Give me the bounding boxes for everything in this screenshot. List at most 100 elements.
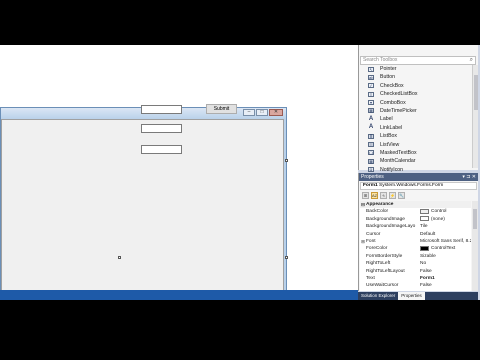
- property-value[interactable]: False: [419, 268, 471, 275]
- property-value-text: False: [420, 268, 432, 274]
- property-value-text: Default: [420, 231, 436, 237]
- alphabetical-icon[interactable]: AZ: [371, 192, 378, 199]
- properties-panel: Properties ▾ ⊐ ✕ Form1 System.Windows.Fo…: [358, 173, 478, 291]
- toolbox-item[interactable]: A LinkLabel: [359, 124, 471, 132]
- property-value[interactable]: (none): [419, 216, 471, 223]
- toolbox-item[interactable]: A Label: [359, 115, 471, 123]
- toolbox-item-label: MaskedTextBox: [380, 149, 417, 156]
- letterbox-bottom: [0, 300, 480, 360]
- property-value[interactable]: Default: [419, 231, 471, 238]
- properties-titlebar: Properties ▾ ⊐ ✕: [359, 173, 478, 181]
- toolbox-scrollbar[interactable]: [472, 65, 478, 168]
- toolbox-item-label: LinkLabel: [380, 124, 403, 131]
- resize-handle-corner[interactable]: [285, 256, 288, 259]
- events-icon[interactable]: ⚡: [389, 192, 396, 199]
- textbox-2[interactable]: [141, 124, 182, 133]
- toolbox-item[interactable]: ≡ CheckedListBox: [359, 90, 471, 98]
- toolbox-item-label: MonthCalendar: [380, 158, 416, 165]
- property-row[interactable]: ForeColor ControlText: [360, 245, 471, 252]
- property-value[interactable]: Sizable: [419, 253, 471, 260]
- property-row[interactable]: Text Form1: [360, 275, 471, 282]
- resize-handle-bottom[interactable]: [118, 256, 121, 259]
- property-value[interactable]: Microsoft Sans Serif, 8.25: [419, 238, 471, 245]
- property-value-text: No: [420, 261, 427, 267]
- panel-tabs: Solution Explorer Properties: [358, 292, 478, 300]
- property-value[interactable]: No: [419, 260, 471, 267]
- toolbox-panel: Search Toolbox ⌕ ↖ Pointer ab Button ✓ CheckB…: [358, 45, 478, 173]
- property-category[interactable]: ⊟ Appearance: [360, 201, 471, 209]
- property-row[interactable]: Cursor Default: [360, 231, 471, 238]
- submit-button[interactable]: Submit: [206, 104, 237, 114]
- toolbox-item[interactable]: ▦ DateTimePicker: [359, 107, 471, 115]
- form-designer-surface[interactable]: – □ ✕: [0, 45, 358, 305]
- form1-window[interactable]: – □ ✕: [0, 107, 287, 305]
- color-swatch: [420, 216, 429, 222]
- properties-toolbar: ⊞ AZ ϟ ⚡ 🔧: [359, 191, 478, 200]
- maximize-icon[interactable]: □: [256, 109, 268, 116]
- toolbox-item-label: ListView: [380, 141, 400, 148]
- checkedlistbox-icon: ≡: [368, 91, 374, 97]
- toolbox-item[interactable]: ↖ Pointer: [359, 65, 471, 73]
- object-selector[interactable]: Form1 System.Windows.Forms.Form: [360, 182, 477, 190]
- property-value-text: Form1: [420, 275, 435, 281]
- toolbox-item[interactable]: ▾ ComboBox: [359, 99, 471, 107]
- property-pages-icon[interactable]: 🔧: [398, 192, 405, 199]
- toolbox-search-placeholder: Search Toolbox: [363, 57, 398, 63]
- property-row[interactable]: RightToLeft No: [360, 260, 471, 267]
- textbox-3[interactable]: [141, 145, 182, 154]
- toolbox-item-label: NotifyIcon: [380, 166, 404, 173]
- toolbox-item-label: DateTimePicker: [380, 107, 417, 114]
- scrollbar-thumb[interactable]: [473, 209, 477, 229]
- toolbox-search-input[interactable]: Search Toolbox ⌕: [360, 56, 476, 65]
- maskedtextbox-icon: (.): [368, 150, 374, 156]
- property-row[interactable]: BackgroundImage (none): [360, 216, 471, 223]
- panel-controls-icon[interactable]: ▾ ⊐ ✕: [462, 173, 476, 181]
- toolbox-item[interactable]: ≣ ListBox: [359, 132, 471, 140]
- listview-icon: ☷: [368, 142, 374, 148]
- property-row[interactable]: FormBorderStyle Sizable: [360, 253, 471, 260]
- property-row[interactable]: BackgroundImageLayo Tile: [360, 223, 471, 230]
- resize-handle-right[interactable]: [285, 159, 288, 162]
- close-icon[interactable]: ✕: [269, 109, 283, 116]
- toolbox-item[interactable]: ✓ CheckBox: [359, 82, 471, 90]
- toolbox-item-label: ListBox: [380, 133, 398, 140]
- pointer-icon: ↖: [368, 66, 374, 72]
- property-row[interactable]: RightToLeftLayout False: [360, 268, 471, 275]
- label-icon: A: [368, 115, 374, 122]
- property-value[interactable]: Tile: [419, 223, 471, 230]
- categorized-icon[interactable]: ⊞: [362, 192, 369, 199]
- property-value[interactable]: False: [419, 282, 471, 289]
- property-value[interactable]: ControlText: [419, 245, 471, 252]
- minimize-icon[interactable]: –: [243, 109, 255, 116]
- color-swatch: [420, 245, 429, 251]
- object-type: System.Windows.Forms.Form: [379, 183, 444, 188]
- property-row[interactable]: BackColor Control: [360, 208, 471, 215]
- property-grid-scrollbar[interactable]: [472, 201, 478, 291]
- object-name: Form1: [363, 183, 378, 188]
- property-row[interactable]: UseWaitCursor False: [360, 282, 471, 289]
- property-name: Cursor: [366, 231, 381, 237]
- scrollbar-thumb[interactable]: [474, 75, 478, 110]
- listbox-icon: ≣: [368, 133, 374, 139]
- tab-properties[interactable]: Properties: [398, 292, 425, 300]
- toolbox-item[interactable]: ☷ ListView: [359, 141, 471, 149]
- properties-icon[interactable]: ϟ: [380, 192, 387, 199]
- textbox-1[interactable]: [141, 105, 182, 114]
- property-value[interactable]: [419, 201, 471, 208]
- toolbox-item[interactable]: ab Button: [359, 73, 471, 81]
- property-value-text: False: [420, 283, 432, 289]
- tab-solution-explorer[interactable]: Solution Explorer: [358, 292, 398, 300]
- property-value-text: (none): [431, 216, 445, 222]
- button-icon: ab: [368, 74, 374, 80]
- property-value[interactable]: Form1: [419, 275, 471, 282]
- search-icon[interactable]: ⌕: [470, 57, 473, 64]
- toolbox-item[interactable]: ▦ MonthCalendar: [359, 157, 471, 165]
- property-row[interactable]: ⊞ Font Microsoft Sans Serif, 8.25: [360, 238, 471, 245]
- notifyicon-icon: ◘: [368, 167, 374, 173]
- property-name: Appearance: [366, 202, 394, 207]
- toolbox-item-label: ComboBox: [380, 99, 406, 106]
- property-value[interactable]: Control: [419, 208, 471, 215]
- toolbox-item[interactable]: (.) MaskedTextBox: [359, 149, 471, 157]
- property-name: RightToLeft: [366, 261, 391, 267]
- property-value-text: Sizable: [420, 253, 436, 259]
